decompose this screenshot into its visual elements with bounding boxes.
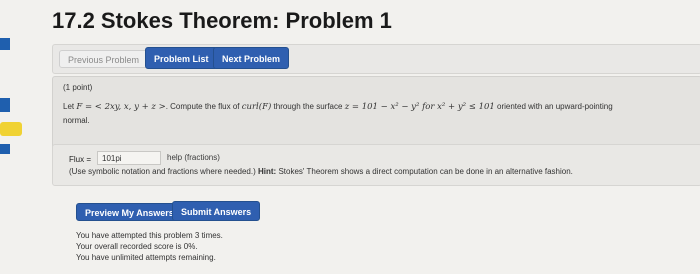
next-problem-button[interactable]: Next Problem (213, 47, 290, 69)
statement-text: Let (63, 102, 77, 111)
hint-label: Hint: (258, 167, 277, 176)
help-fractions-link[interactable]: help (fractions) (167, 153, 220, 162)
answer-note: (Use symbolic notation and fractions whe… (69, 167, 573, 176)
problem-list-button[interactable]: Problem List (145, 47, 218, 69)
statement-text: oriented with an upward-pointing (494, 102, 613, 111)
previous-problem-button[interactable]: Previous Problem (59, 50, 149, 68)
statement-text: through the surface (271, 102, 345, 111)
statement-text: normal. (63, 116, 90, 125)
problem-navigation-bar: Previous Problem Problem List Next Probl… (52, 44, 700, 74)
page-title: 17.2 Stokes Theorem: Problem 1 (52, 8, 392, 33)
left-nav-tab[interactable] (0, 38, 10, 50)
attempt-status: You have attempted this problem 3 times.… (76, 230, 223, 263)
note-text: (Use symbolic notation and fractions whe… (69, 167, 258, 176)
hint-text: Stokes' Theorem shows a direct computati… (276, 167, 573, 176)
remaining-text: You have unlimited attempts remaining. (76, 253, 216, 262)
curl-expression: curl(F) (241, 102, 272, 112)
left-nav-tab-highlight[interactable] (0, 122, 22, 136)
problem-points: (1 point) (63, 83, 93, 92)
left-nav-tab[interactable] (0, 98, 10, 112)
attempts-text: You have attempted this problem 3 times. (76, 231, 223, 240)
score-text: Your overall recorded score is 0%. (76, 242, 198, 251)
preview-answers-button[interactable]: Preview My Answers (76, 203, 183, 221)
flux-label: Flux = (69, 155, 92, 164)
statement-text: . Compute the flux of (165, 102, 242, 111)
answer-panel: Flux = help (fractions) (Use symbolic no… (52, 144, 700, 186)
surface-expression: z = 101 − x² − y² for x² + y² ≤ 101 (344, 102, 495, 112)
submit-answers-button[interactable]: Submit Answers (172, 201, 261, 221)
vector-field-expression: F = < 2xy, x, y + z > (76, 102, 166, 112)
problem-statement: Let F = < 2xy, x, y + z >. Compute the f… (63, 100, 693, 128)
flux-answer-input[interactable] (97, 151, 161, 165)
left-nav-tab[interactable] (0, 144, 10, 154)
